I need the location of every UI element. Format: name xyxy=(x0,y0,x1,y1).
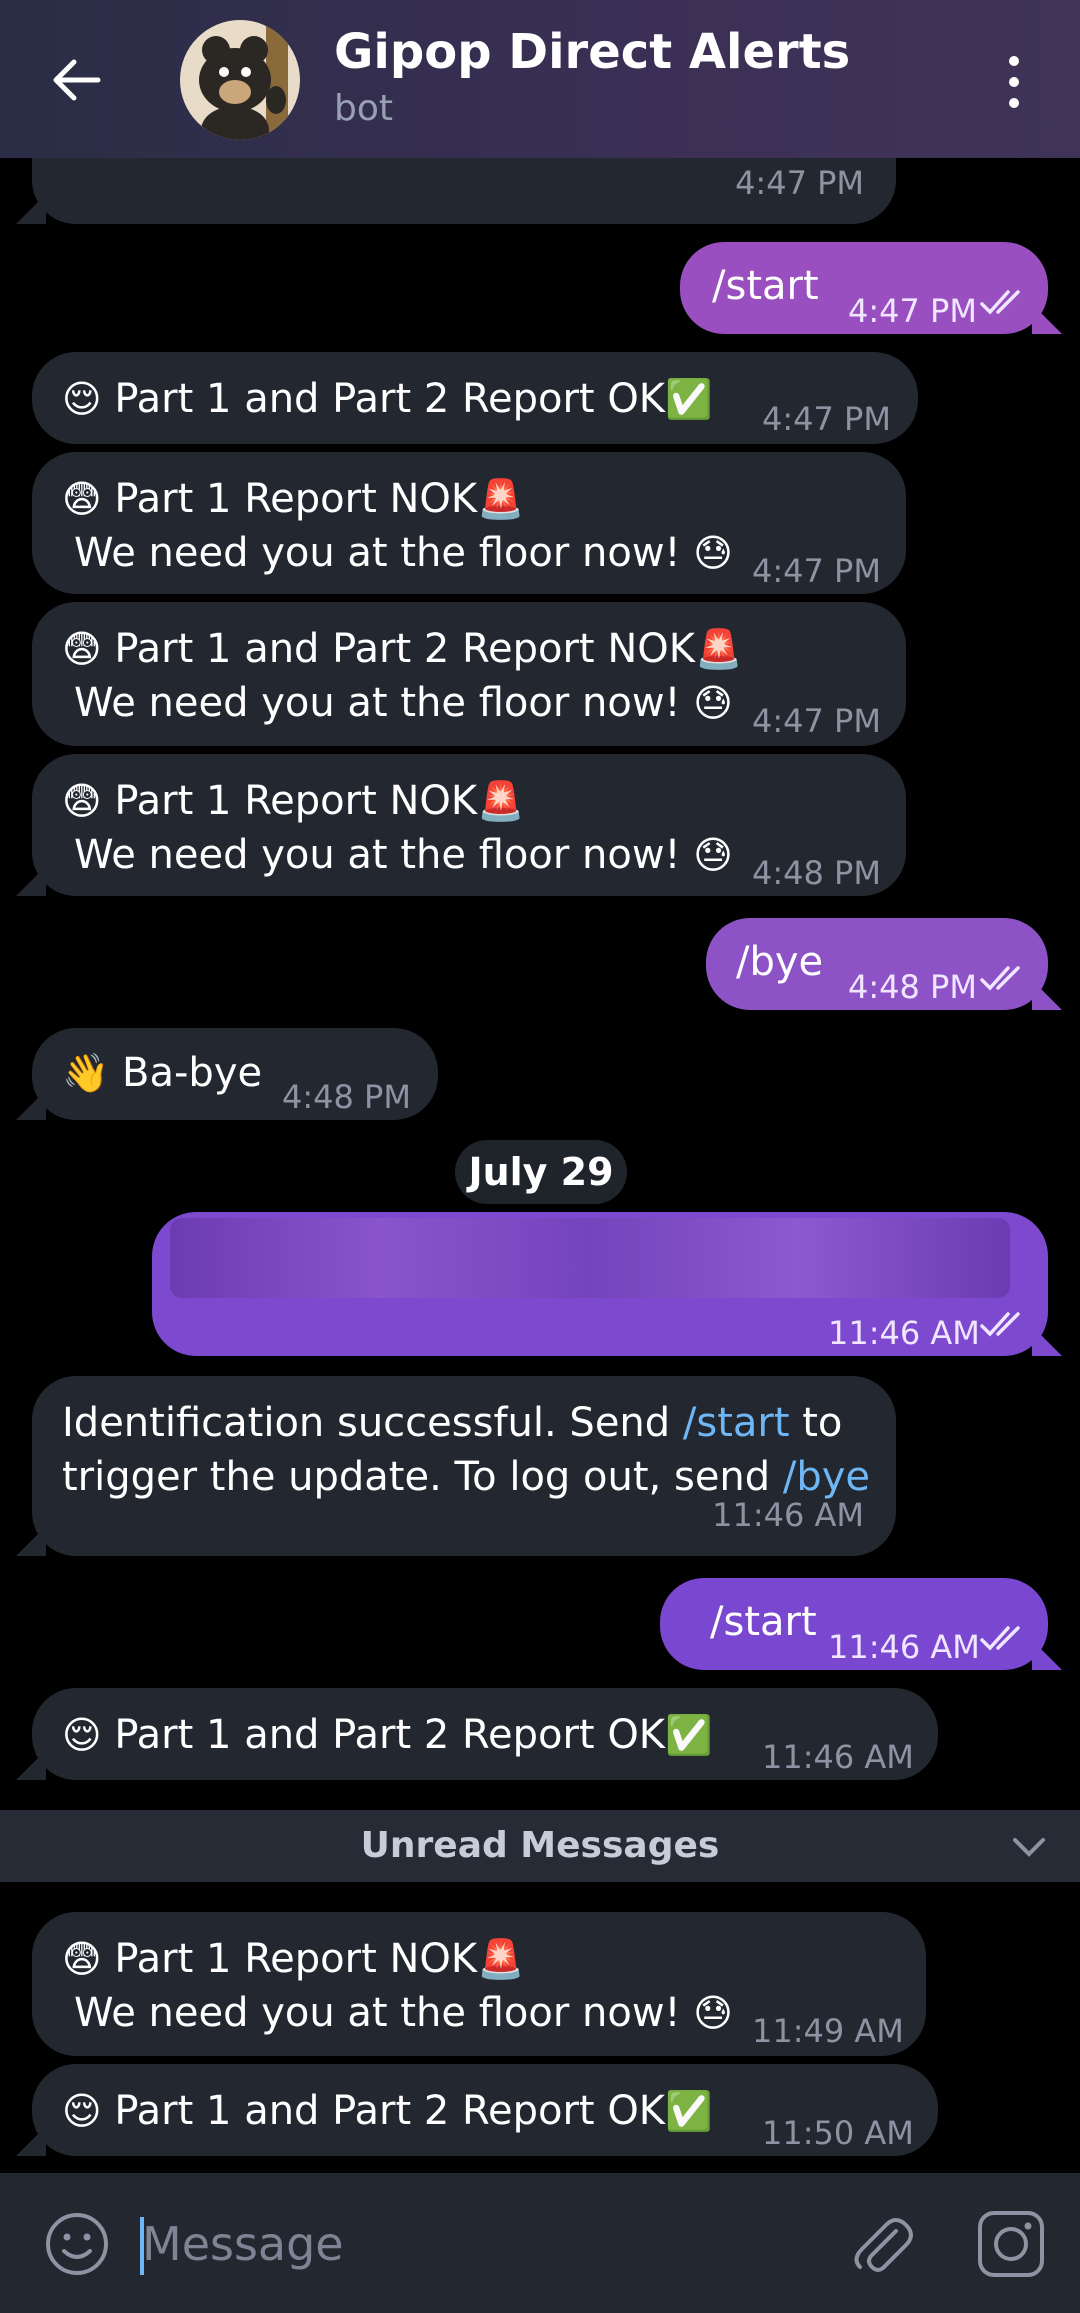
message-time: 11:46 AM xyxy=(712,1496,864,1534)
unread-messages-separator[interactable]: Unread Messages xyxy=(0,1810,1080,1882)
message-time: 4:47 PM xyxy=(848,292,977,330)
relieved-face-emoji: 😌 xyxy=(62,377,102,421)
bubble-tail xyxy=(1032,1640,1062,1670)
message-text: /start xyxy=(712,263,819,309)
message-time: 4:47 PM xyxy=(752,702,881,740)
message-incoming[interactable]: 😌 Part 1 and Part 2 Report OK✅ 4:47 PM xyxy=(32,352,918,444)
unread-messages-label: Unread Messages xyxy=(360,1825,720,1866)
message-incoming[interactable]: Identification successful. Send /start t… xyxy=(32,1376,896,1556)
double-check-icon xyxy=(980,1626,1020,1651)
message-incoming[interactable]: 👋 Ba-bye 4:48 PM xyxy=(32,1028,438,1120)
message-text-line2: We need you at the floor now! 😓 xyxy=(74,530,733,576)
message-incoming[interactable]: 😨 Part 1 Report NOK🚨 We need you at the … xyxy=(32,1912,926,2056)
message-time: 11:46 AM xyxy=(828,1314,980,1352)
message-incoming[interactable]: 😌 Part 1 and Part 2 Report OK✅ 11:46 AM xyxy=(32,1688,938,1780)
attach-icon[interactable] xyxy=(846,2209,916,2279)
message-text: Identification successful. Send /start t… xyxy=(62,1400,843,1446)
bubble-tail xyxy=(16,2126,46,2156)
message-text: 😌 Part 1 and Part 2 Report OK✅ xyxy=(62,1712,713,1758)
chat-header: Gipop Direct Alerts bot xyxy=(0,0,1080,158)
siren-emoji: 🚨 xyxy=(477,779,525,823)
siren-emoji: 🚨 xyxy=(694,627,743,671)
message-time: 11:46 AM xyxy=(828,1628,980,1666)
fearful-face-emoji: 😨 xyxy=(62,627,102,671)
bubble-tail xyxy=(1032,980,1062,1010)
downcast-sweat-emoji: 😓 xyxy=(693,833,733,877)
camera-icon[interactable] xyxy=(976,2209,1046,2279)
message-time: 4:47 PM xyxy=(752,552,881,590)
message-input-bar: Message xyxy=(0,2173,1080,2313)
bubble-tail xyxy=(16,866,46,896)
message-outgoing[interactable]: /bye 4:48 PM xyxy=(706,918,1048,1010)
message-outgoing[interactable]: /start 11:46 AM xyxy=(660,1578,1048,1670)
more-vertical-icon[interactable] xyxy=(1000,56,1028,108)
message-text: 😨 Part 1 Report NOK🚨 xyxy=(62,778,525,824)
check-mark-emoji: ✅ xyxy=(665,377,713,421)
double-check-icon xyxy=(980,966,1020,991)
chevron-down-icon[interactable] xyxy=(1012,1832,1046,1860)
message-text: 😨 Part 1 and Part 2 Report NOK🚨 xyxy=(62,626,743,672)
downcast-sweat-emoji: 😓 xyxy=(693,531,733,575)
bubble-tail xyxy=(1032,1326,1062,1356)
check-mark-emoji: ✅ xyxy=(665,2089,713,2133)
bear-icon xyxy=(199,20,288,140)
message-text: 😌 Part 1 and Part 2 Report OK✅ xyxy=(62,2088,713,2134)
message-input[interactable]: Message xyxy=(142,2217,344,2271)
message-time: 4:48 PM xyxy=(848,968,977,1006)
downcast-sweat-emoji: 😓 xyxy=(693,681,733,725)
bubble-tail xyxy=(16,1090,46,1120)
siren-emoji: 🚨 xyxy=(477,1937,525,1981)
message-time: 4:47 PM xyxy=(762,400,891,438)
emoji-icon[interactable] xyxy=(42,2209,112,2279)
message-text: 😌 Part 1 and Part 2 Report OK✅ xyxy=(62,376,713,422)
message-time: 11:50 AM xyxy=(762,2114,914,2152)
start-command-link[interactable]: /start xyxy=(683,1400,790,1446)
bot-avatar[interactable] xyxy=(180,20,300,140)
message-text: /bye xyxy=(736,939,824,985)
message-text: 😨 Part 1 Report NOK🚨 xyxy=(62,1936,525,1982)
message-incoming[interactable]: 😌 Part 1 and Part 2 Report OK✅ 11:50 AM xyxy=(32,2064,938,2156)
date-separator: July 29 xyxy=(455,1140,627,1204)
waving-hand-emoji: 👋 xyxy=(62,1051,110,1095)
chat-title[interactable]: Gipop Direct Alerts xyxy=(334,24,850,80)
bubble-tail xyxy=(16,1526,46,1556)
message-incoming[interactable]: 😨 Part 1 Report NOK🚨 We need you at the … xyxy=(32,754,906,896)
message-text: 👋 Ba-bye xyxy=(62,1050,263,1096)
message-time: 11:46 AM xyxy=(762,1738,914,1776)
message-incoming[interactable]: 😨 Part 1 and Part 2 Report NOK🚨 We need … xyxy=(32,602,906,746)
message-outgoing[interactable]: /start 4:47 PM xyxy=(680,242,1048,334)
double-check-icon xyxy=(980,1312,1020,1337)
fearful-face-emoji: 😨 xyxy=(62,477,102,521)
message-text-line2: We need you at the floor now! 😓 xyxy=(74,680,733,726)
fearful-face-emoji: 😨 xyxy=(62,1937,102,1981)
message-time: 4:47 PM xyxy=(735,164,864,202)
message-text-line2: We need you at the floor now! 😓 xyxy=(74,1990,733,2036)
message-time: 4:48 PM xyxy=(282,1078,411,1116)
message-text-line2: We need you at the floor now! 😓 xyxy=(74,832,733,878)
fearful-face-emoji: 😨 xyxy=(62,779,102,823)
message-incoming[interactable]: 😨 Part 1 Report NOK🚨 We need you at the … xyxy=(32,452,906,594)
double-check-icon xyxy=(980,290,1020,315)
message-text: 😨 Part 1 Report NOK🚨 xyxy=(62,476,525,522)
chat-subtitle: bot xyxy=(334,88,393,129)
siren-emoji: 🚨 xyxy=(477,477,525,521)
bubble-tail xyxy=(1032,304,1062,334)
relieved-face-emoji: 😌 xyxy=(62,1713,102,1757)
downcast-sweat-emoji: 😓 xyxy=(693,1991,733,2035)
bubble-tail xyxy=(16,194,46,224)
message-text: /start xyxy=(710,1599,817,1645)
message-time: 11:49 AM xyxy=(752,2012,904,2050)
bubble-tail xyxy=(16,1750,46,1780)
relieved-face-emoji: 😌 xyxy=(62,2089,102,2133)
check-mark-emoji: ✅ xyxy=(665,1713,713,1757)
message-time: 4:48 PM xyxy=(752,854,881,892)
redacted-text-blur xyxy=(170,1218,1010,1298)
back-arrow-icon[interactable] xyxy=(48,52,104,108)
